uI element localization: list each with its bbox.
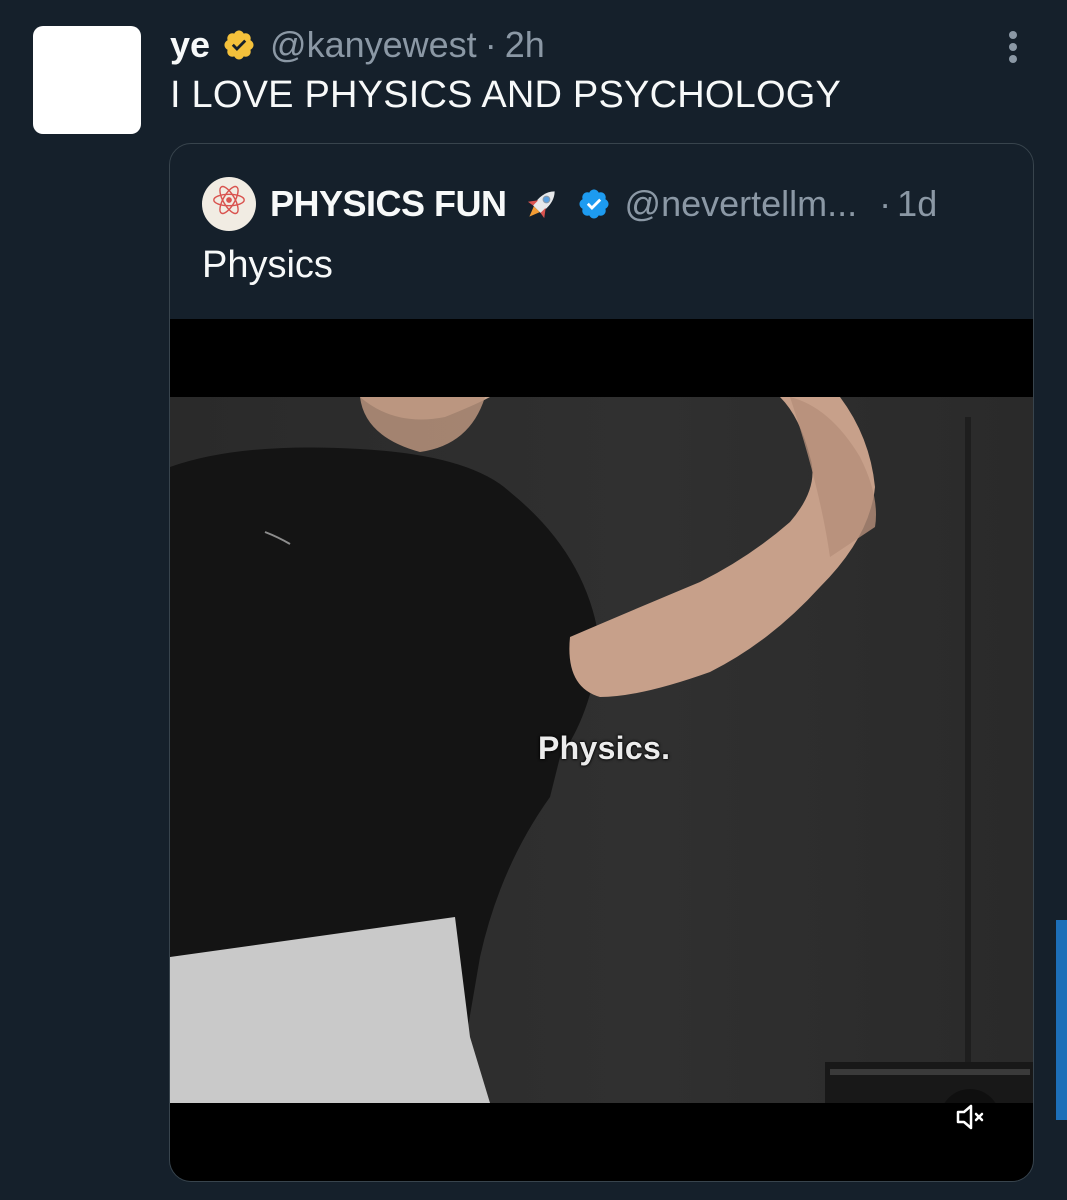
rocket-icon xyxy=(521,183,563,225)
quote-display-name[interactable]: PHYSICS FUN xyxy=(270,183,507,225)
timestamp[interactable]: 2h xyxy=(505,24,545,66)
quote-text: Physics xyxy=(202,244,333,286)
quote-timestamp[interactable]: 1d xyxy=(897,183,937,225)
quote-separator: · xyxy=(879,183,892,224)
verified-badge-icon[interactable] xyxy=(222,28,256,62)
mute-button[interactable] xyxy=(940,1089,1000,1149)
video-caption: Physics. xyxy=(538,730,671,766)
video-player[interactable]: Physics. xyxy=(170,319,1033,1181)
scrollbar[interactable] xyxy=(1056,920,1067,1120)
tweet-header: ye @kanyewest · 2h xyxy=(170,22,545,68)
display-name[interactable]: ye xyxy=(170,24,210,66)
video-frame: Physics. xyxy=(170,397,1033,1103)
tweet-text: I LOVE PHYSICS AND PSYCHOLOGY xyxy=(170,74,842,116)
quote-handle[interactable]: @nevertellm... xyxy=(625,183,858,225)
tweet-view: ye @kanyewest · 2h I LOVE PHYSICS AND PS… xyxy=(0,0,1067,1200)
atom-icon xyxy=(210,181,248,228)
quote-avatar[interactable] xyxy=(202,177,256,231)
handle[interactable]: @kanyewest xyxy=(270,24,477,66)
volume-mute-icon xyxy=(950,1097,990,1142)
quoted-tweet[interactable]: PHYSICS FUN @nevertellm... · 1d Physics … xyxy=(169,143,1034,1182)
separator: · xyxy=(484,24,497,65)
avatar[interactable] xyxy=(33,26,141,134)
verified-badge-icon[interactable] xyxy=(577,187,611,221)
more-vertical-icon[interactable] xyxy=(1002,30,1024,64)
quote-header: PHYSICS FUN @nevertellm... · 1d xyxy=(202,177,937,231)
